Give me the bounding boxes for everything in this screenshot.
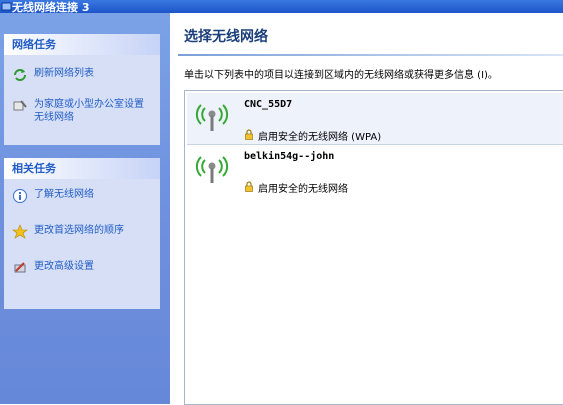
wireless-signal-icon [195,156,229,183]
lock-icon [245,181,253,192]
network-item[interactable]: CNC_55D7 启用安全的无线网络 (WPA) [187,93,563,145]
info-icon [13,189,27,203]
setup-wizard-icon [13,100,27,111]
title-bar[interactable]: 无线网络连接 3 [0,0,563,14]
network-tasks-header[interactable]: 网络任务 [4,34,160,55]
lock-icon [245,129,253,140]
change-preferred-order-link[interactable]: 更改首选网络的顺序 [12,224,152,240]
wireless-signal-icon [195,104,229,131]
title-divider [178,54,563,56]
network-security: 启用安全的无线网络 (WPA) [258,132,382,143]
network-ssid: belkin54g--john [244,151,335,162]
related-tasks-header[interactable]: 相关任务 [4,158,160,179]
star-icon [12,224,28,239]
change-advanced-settings-label: 更改高级设置 [34,261,94,272]
learn-wireless-label: 了解无线网络 [34,189,94,200]
main-pane: 选择无线网络 单击以下列表中的项目以连接到区域内的无线网络或获得更多信息 (I)… [170,13,563,405]
refresh-icon [14,69,26,81]
page-description: 单击以下列表中的项目以连接到区域内的无线网络或获得更多信息 (I)。 [184,70,498,81]
network-connection-icon [1,2,12,11]
setup-wireless-network-label: 为家庭或小型办公室设置无线网络 [34,99,144,123]
change-preferred-order-label: 更改首选网络的顺序 [34,225,124,236]
page-title: 选择无线网络 [184,29,268,45]
network-tasks-panel: 网络任务 刷新网络列表 为家庭或小型办公室设置无线网络 [4,34,160,145]
refresh-network-list-label: 刷新网络列表 [34,68,94,79]
network-list[interactable]: CNC_55D7 启用安全的无线网络 (WPA) belkin54g--john [184,90,563,405]
related-tasks-panel: 相关任务 了解无线网络 更改首选网络的顺序 更改高级设置 [4,158,160,309]
learn-wireless-link[interactable]: 了解无线网络 [12,188,152,204]
refresh-network-list-link[interactable]: 刷新网络列表 [12,67,152,83]
setup-wireless-network-link[interactable]: 为家庭或小型办公室设置无线网络 [12,98,158,126]
change-advanced-settings-link[interactable]: 更改高级设置 [12,260,152,276]
network-item[interactable]: belkin54g--john 启用安全的无线网络 [187,145,563,196]
network-security: 启用安全的无线网络 [258,184,348,195]
sidebar: 网络任务 刷新网络列表 为家庭或小型办公室设置无线网络 相关任务 了解无线网络 … [0,13,170,404]
settings-icon [14,262,26,273]
network-ssid: CNC_55D7 [244,99,293,110]
